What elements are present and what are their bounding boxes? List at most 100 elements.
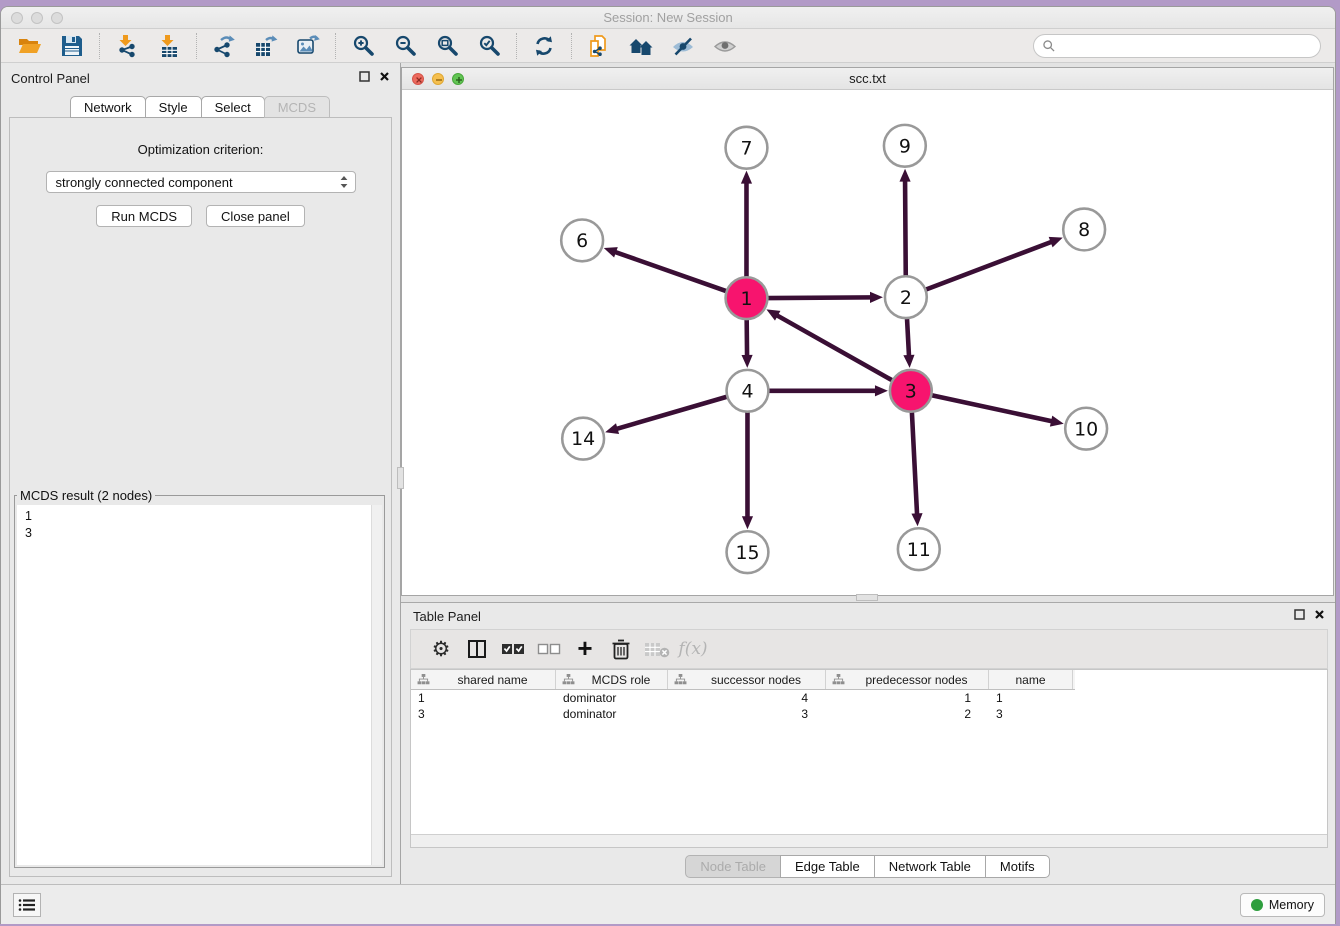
export-table-icon[interactable] xyxy=(251,32,281,60)
edge-4-14[interactable] xyxy=(616,397,727,429)
table-cell: 4 xyxy=(668,690,826,706)
close-panel-button[interactable]: Close panel xyxy=(206,205,305,227)
mcds-result-area[interactable]: 13 xyxy=(17,505,382,865)
close-table-panel-icon[interactable] xyxy=(1314,609,1325,620)
houses-icon[interactable] xyxy=(626,32,656,60)
zoom-selected-icon[interactable] xyxy=(474,32,504,60)
node-label-4: 4 xyxy=(741,380,753,402)
delete-column-icon[interactable] xyxy=(639,634,675,664)
main-area: Control Panel NetworkStyleSelectMCDS Opt… xyxy=(1,63,1335,884)
run-mcds-button[interactable]: Run MCDS xyxy=(96,205,192,227)
table-panel-title: Table Panel xyxy=(413,609,481,624)
eye-slash-icon[interactable] xyxy=(668,32,698,60)
import-network-icon[interactable] xyxy=(112,32,142,60)
column-header-MCDS-role[interactable]: MCDS role xyxy=(556,670,668,689)
control-panel: Control Panel NetworkStyleSelectMCDS Opt… xyxy=(1,63,401,884)
arrowhead-4-15 xyxy=(742,516,753,529)
column-tree-icon xyxy=(562,674,575,685)
fx-glyph: f(x) xyxy=(678,639,707,659)
close-panel-icon[interactable] xyxy=(379,71,390,82)
arrowhead-1-6 xyxy=(604,247,618,257)
tab-style[interactable]: Style xyxy=(145,96,202,118)
float-panel-icon[interactable] xyxy=(359,71,370,82)
table-hscrollbar[interactable] xyxy=(411,834,1327,847)
network-table-splitter-grip[interactable] xyxy=(856,594,878,601)
column-header-predecessor-nodes[interactable]: predecessor nodes xyxy=(826,670,989,689)
edge-3-10[interactable] xyxy=(932,395,1053,421)
trash-icon[interactable] xyxy=(603,634,639,664)
plus-icon[interactable]: + xyxy=(567,634,603,664)
function-fx-icon[interactable]: f(x) xyxy=(675,634,711,664)
table-cell: 1 xyxy=(411,690,556,706)
column-header-successor-nodes[interactable]: successor nodes xyxy=(668,670,826,689)
tab-network[interactable]: Network xyxy=(70,96,146,118)
column-tree-icon xyxy=(674,674,687,685)
tab-network-table[interactable]: Network Table xyxy=(874,855,986,878)
column-header-shared-name[interactable]: shared name xyxy=(411,670,556,689)
toolbar-separator xyxy=(516,33,517,59)
arrowhead-1-2 xyxy=(870,292,883,303)
zoom-in-icon[interactable] xyxy=(348,32,378,60)
edge-1-2[interactable] xyxy=(768,297,872,298)
tab-mcds[interactable]: MCDS xyxy=(264,96,330,118)
zoom-out-icon[interactable] xyxy=(390,32,420,60)
edge-3-11[interactable] xyxy=(912,413,917,516)
mcds-tab-content: Optimization criterion: strongly connect… xyxy=(9,117,392,877)
node-table[interactable]: shared nameMCDS rolesuccessor nodesprede… xyxy=(410,669,1328,848)
folder-open-icon[interactable] xyxy=(15,32,45,60)
eye-icon[interactable] xyxy=(710,32,740,60)
table-row[interactable]: 3dominator323 xyxy=(411,706,1327,722)
table-cell: 2 xyxy=(826,706,989,722)
select-all-checkboxes-icon[interactable] xyxy=(495,634,531,664)
arrowhead-2-9 xyxy=(899,169,910,182)
tab-motifs[interactable]: Motifs xyxy=(985,855,1050,878)
search-input[interactable] xyxy=(1060,36,1320,56)
column-header-name[interactable]: name xyxy=(989,670,1073,689)
node-label-3: 3 xyxy=(905,380,917,402)
deselect-all-checkboxes-icon[interactable] xyxy=(531,634,567,664)
gear-icon[interactable]: ⚙ xyxy=(423,634,459,664)
float-table-panel-icon[interactable] xyxy=(1294,609,1305,620)
result-scrollbar[interactable] xyxy=(371,505,382,865)
gear-glyph: ⚙ xyxy=(432,639,451,660)
network-graph: 7968124314101511 xyxy=(402,90,1333,595)
arrowhead-3-11 xyxy=(911,513,922,526)
zoom-fit-icon[interactable] xyxy=(432,32,462,60)
save-icon[interactable] xyxy=(57,32,87,60)
tab-edge-table[interactable]: Edge Table xyxy=(780,855,875,878)
table-cell: dominator xyxy=(556,690,668,706)
memory-button[interactable]: Memory xyxy=(1240,893,1325,917)
refresh-icon[interactable] xyxy=(529,32,559,60)
status-bar: Memory xyxy=(1,884,1335,924)
edge-2-8[interactable] xyxy=(926,242,1052,290)
table-cell: 1 xyxy=(826,690,989,706)
edge-2-9[interactable] xyxy=(905,180,906,276)
tab-node-table[interactable]: Node Table xyxy=(685,855,781,878)
node-label-14: 14 xyxy=(571,428,595,450)
table-row[interactable]: 1dominator411 xyxy=(411,690,1327,706)
node-label-15: 15 xyxy=(735,542,759,564)
arrowhead-3-10 xyxy=(1050,416,1064,427)
edge-1-6[interactable] xyxy=(614,252,726,291)
export-network-icon[interactable] xyxy=(209,32,239,60)
copy-documents-icon[interactable] xyxy=(584,32,614,60)
control-panel-header: Control Panel xyxy=(1,63,400,91)
control-panel-tabs: NetworkStyleSelectMCDS xyxy=(1,96,400,118)
columns-icon[interactable] xyxy=(459,634,495,664)
import-table-icon[interactable] xyxy=(154,32,184,60)
edge-2-3[interactable] xyxy=(907,319,909,357)
task-history-button[interactable] xyxy=(13,893,41,917)
table-cell: 3 xyxy=(668,706,826,722)
criterion-select[interactable]: strongly connected component xyxy=(46,171,356,193)
arrowhead-1-4 xyxy=(741,355,752,368)
table-cell: 3 xyxy=(411,706,556,722)
tab-select[interactable]: Select xyxy=(201,96,265,118)
table-tabs: Node TableEdge TableNetwork TableMotifs xyxy=(401,855,1335,878)
criterion-selected-value: strongly connected component xyxy=(56,175,337,190)
export-image-icon[interactable] xyxy=(293,32,323,60)
network-canvas[interactable]: 7968124314101511 xyxy=(402,90,1333,595)
control-panel-title: Control Panel xyxy=(11,71,90,86)
edge-3-1[interactable] xyxy=(776,315,892,380)
search-box[interactable] xyxy=(1033,34,1321,58)
panel-splitter-grip[interactable] xyxy=(397,467,404,489)
